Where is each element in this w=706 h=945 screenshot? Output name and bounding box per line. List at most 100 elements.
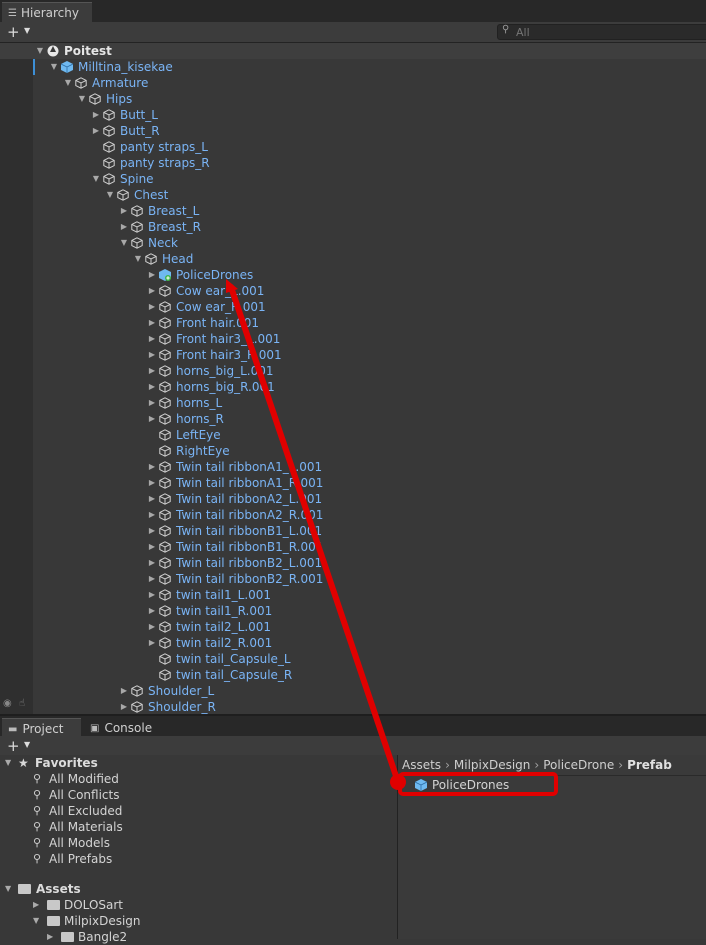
fold-closed-icon[interactable]: ▶ — [33, 897, 39, 913]
hierarchy-row[interactable]: ▶ Front hair3_R.001 — [0, 347, 706, 363]
favorite-item[interactable]: ⚲ All Models — [0, 835, 397, 851]
hierarchy-row[interactable]: ▼ Spine — [0, 171, 706, 187]
tab-hierarchy[interactable]: ☰ Hierarchy — [2, 2, 92, 23]
fold-open-icon[interactable]: ▼ — [91, 171, 101, 187]
fold-closed-icon[interactable]: ▶ — [147, 411, 157, 427]
hierarchy-row[interactable]: panty straps_R — [0, 155, 706, 171]
fold-closed-icon[interactable]: ▶ — [147, 267, 157, 283]
fold-closed-icon[interactable]: ▶ — [147, 587, 157, 603]
hierarchy-row[interactable]: ▶ PoliceDrones — [0, 267, 706, 283]
hierarchy-row[interactable]: ▼ Head — [0, 251, 706, 267]
fold-closed-icon[interactable]: ▶ — [47, 929, 53, 945]
breadcrumb-item[interactable]: Assets — [402, 758, 441, 772]
hierarchy-row[interactable]: ▶ twin tail1_R.001 — [0, 603, 706, 619]
hierarchy-search[interactable]: ⚲ — [497, 24, 706, 40]
fold-open-icon[interactable]: ▼ — [133, 251, 143, 267]
hierarchy-row[interactable]: ▶ Twin tail ribbonB1_L.001 — [0, 523, 706, 539]
hierarchy-row[interactable]: ▶ horns_big_R.001 — [0, 379, 706, 395]
hierarchy-row[interactable]: twin tail_Capsule_R — [0, 667, 706, 683]
hierarchy-row[interactable]: ▶ Breast_L — [0, 203, 706, 219]
fold-open-icon[interactable]: ▼ — [33, 913, 39, 929]
fold-open-icon[interactable]: ▼ — [49, 59, 59, 75]
favorite-item[interactable]: ⚲ All Materials — [0, 819, 397, 835]
fold-closed-icon[interactable]: ▶ — [147, 459, 157, 475]
eye-icon[interactable]: ◉ — [3, 698, 12, 709]
hierarchy-row[interactable]: RightEye — [0, 443, 706, 459]
fold-closed-icon[interactable]: ▶ — [147, 491, 157, 507]
breadcrumb-item[interactable]: MilpixDesign — [454, 758, 531, 772]
hierarchy-row[interactable]: ▶ twin tail2_R.001 — [0, 635, 706, 651]
favorite-item[interactable]: ⚲ All Excluded — [0, 803, 397, 819]
fold-closed-icon[interactable]: ▶ — [147, 363, 157, 379]
hierarchy-row[interactable]: ▶ Cow ear_R.001 — [0, 299, 706, 315]
fold-closed-icon[interactable]: ▶ — [147, 523, 157, 539]
favorite-item[interactable]: ⚲ All Modified — [0, 771, 397, 787]
breadcrumb-item[interactable]: PoliceDrone — [543, 758, 614, 772]
hierarchy-row[interactable]: ▼ Hips — [0, 91, 706, 107]
fold-open-icon[interactable]: ▼ — [119, 235, 129, 251]
hierarchy-row[interactable]: ▶ Shoulder_L — [0, 683, 706, 699]
hierarchy-row[interactable]: twin tail_Capsule_L — [0, 651, 706, 667]
hierarchy-row[interactable]: ▶ Front hair.001 — [0, 315, 706, 331]
hierarchy-row[interactable]: ▶ Cow ear_L.001 — [0, 283, 706, 299]
fold-open-icon[interactable]: ▼ — [105, 187, 115, 203]
hierarchy-row[interactable]: ▶ Twin tail ribbonB1_R.001 — [0, 539, 706, 555]
fold-closed-icon[interactable]: ▶ — [147, 475, 157, 491]
fold-closed-icon[interactable]: ▶ — [147, 315, 157, 331]
fold-closed-icon[interactable]: ▶ — [91, 123, 101, 139]
folder-item[interactable]: ▼ MilpixDesign — [0, 913, 397, 929]
fold-closed-icon[interactable]: ▶ — [91, 107, 101, 123]
scene-row[interactable]: ▼ Poitest — [0, 43, 706, 59]
hierarchy-row[interactable]: ▶ horns_R — [0, 411, 706, 427]
chevron-down-icon[interactable]: ▼ — [24, 26, 30, 35]
fold-open-icon[interactable]: ▼ — [77, 91, 87, 107]
tab-console[interactable]: ▣ Console — [84, 718, 170, 738]
folder-item[interactable]: ▶ DOLOSart — [0, 897, 397, 913]
add-icon[interactable]: + — [7, 23, 20, 41]
fold-closed-icon[interactable]: ▶ — [147, 507, 157, 523]
chevron-down-icon[interactable]: ▼ — [24, 740, 30, 749]
fold-closed-icon[interactable]: ▶ — [147, 379, 157, 395]
assets-row[interactable]: ▼ Assets — [0, 881, 397, 897]
fold-closed-icon[interactable]: ▶ — [147, 283, 157, 299]
hierarchy-row[interactable]: ▶ Breast_R — [0, 219, 706, 235]
fold-open-icon[interactable]: ▼ — [35, 43, 45, 59]
fold-closed-icon[interactable]: ▶ — [119, 219, 129, 235]
pickable-icon[interactable]: ☝ — [19, 698, 25, 709]
favorite-item[interactable]: ⚲ All Prefabs — [0, 851, 397, 867]
hierarchy-row[interactable]: ▶ Butt_L — [0, 107, 706, 123]
hierarchy-row[interactable]: ▶ Butt_R — [0, 123, 706, 139]
fold-closed-icon[interactable]: ▶ — [147, 331, 157, 347]
fold-closed-icon[interactable]: ▶ — [147, 299, 157, 315]
fold-closed-icon[interactable]: ▶ — [147, 635, 157, 651]
hierarchy-row[interactable]: ▶ twin tail2_L.001 — [0, 619, 706, 635]
hierarchy-row[interactable]: ▼ Chest — [0, 187, 706, 203]
fold-closed-icon[interactable]: ▶ — [147, 555, 157, 571]
hierarchy-row[interactable]: ▼ Neck — [0, 235, 706, 251]
fold-closed-icon[interactable]: ▶ — [147, 395, 157, 411]
hierarchy-row[interactable]: ▶ horns_L — [0, 395, 706, 411]
hierarchy-row[interactable]: ▶ Twin tail ribbonB2_R.001 — [0, 571, 706, 587]
fold-closed-icon[interactable]: ▶ — [147, 571, 157, 587]
fold-closed-icon[interactable]: ▶ — [147, 347, 157, 363]
hierarchy-row[interactable]: LeftEye — [0, 427, 706, 443]
hierarchy-row[interactable]: panty straps_L — [0, 139, 706, 155]
hierarchy-row[interactable]: ▶ Twin tail ribbonA1_L.001 — [0, 459, 706, 475]
fold-closed-icon[interactable]: ▶ — [147, 539, 157, 555]
hierarchy-row[interactable]: ▶ Twin tail ribbonA2_R.001 — [0, 507, 706, 523]
folder-item[interactable]: ▶ Bangle2 — [0, 929, 397, 945]
favorite-item[interactable]: ⚲ All Conflicts — [0, 787, 397, 803]
fold-open-icon[interactable]: ▼ — [5, 755, 11, 771]
hierarchy-row[interactable]: ▶ Twin tail ribbonA1_R.001 — [0, 475, 706, 491]
hierarchy-row[interactable]: ▶ Front hair3_L.001 — [0, 331, 706, 347]
fold-closed-icon[interactable]: ▶ — [119, 203, 129, 219]
fold-closed-icon[interactable]: ▶ — [147, 619, 157, 635]
search-input[interactable] — [516, 25, 696, 39]
fold-closed-icon[interactable]: ▶ — [147, 603, 157, 619]
add-asset-icon[interactable]: + — [7, 737, 20, 755]
fold-open-icon[interactable]: ▼ — [5, 881, 11, 897]
hierarchy-row[interactable]: ▼ Milltina_kisekae — [0, 59, 706, 75]
hierarchy-row[interactable]: ▶ Twin tail ribbonA2_L.001 — [0, 491, 706, 507]
hierarchy-row[interactable]: ▶ Twin tail ribbonB2_L.001 — [0, 555, 706, 571]
fold-closed-icon[interactable]: ▶ — [119, 683, 129, 699]
